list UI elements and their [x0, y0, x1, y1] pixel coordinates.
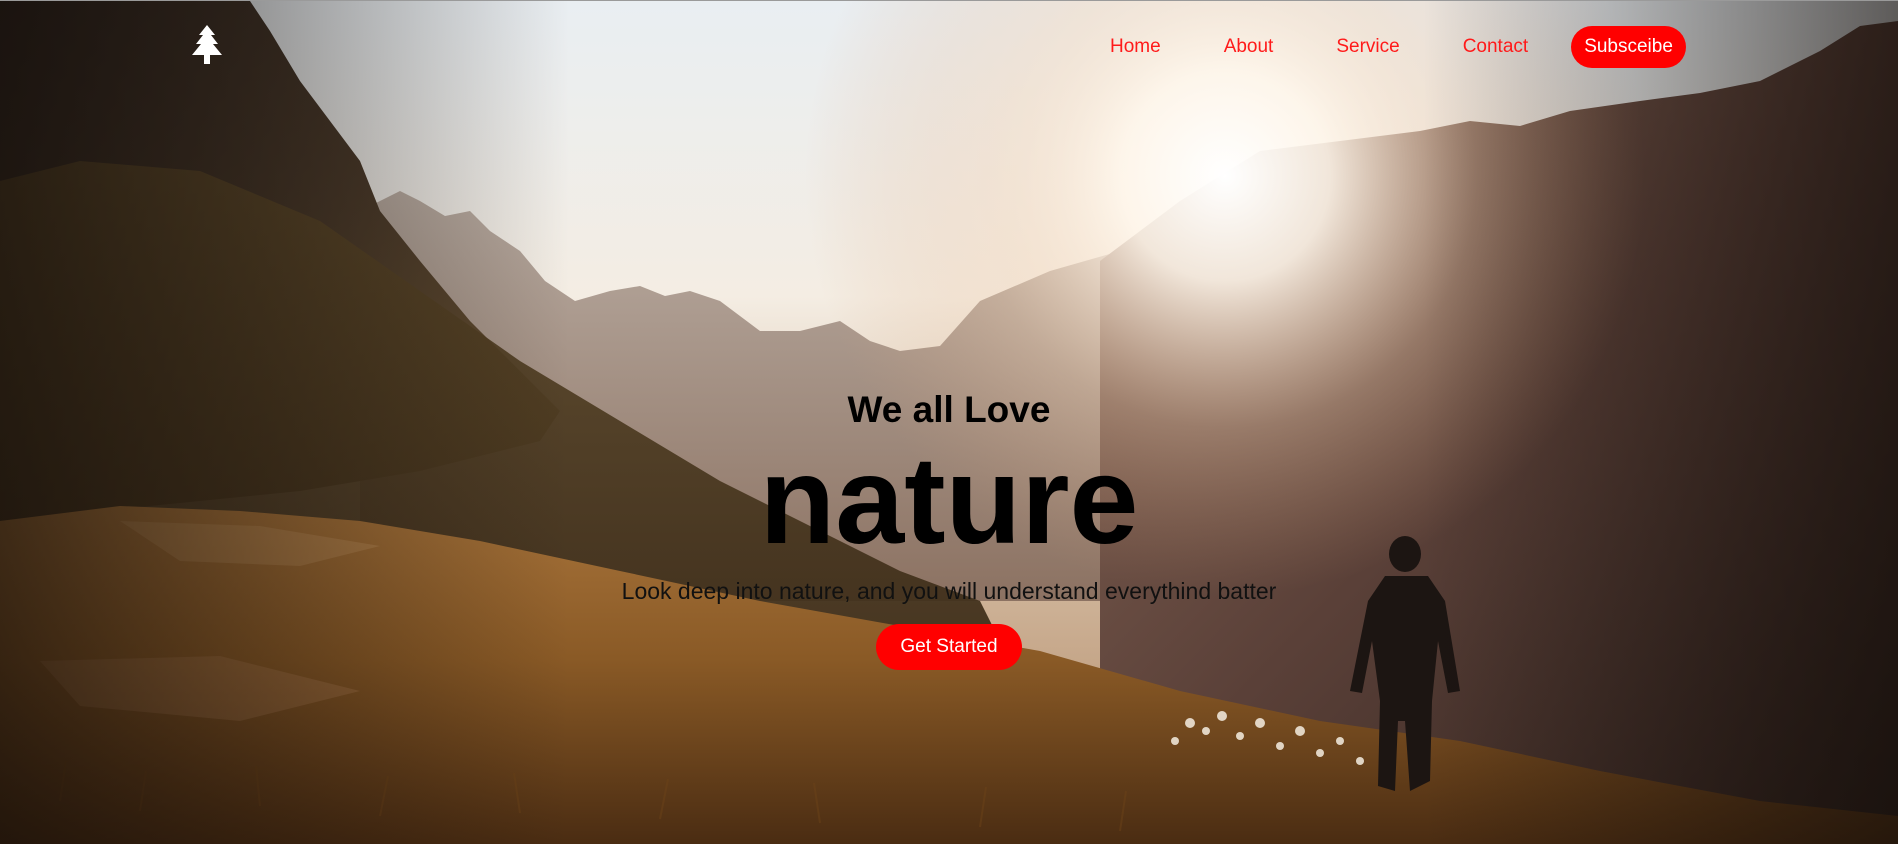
nav-link-service[interactable]: Service [1336, 36, 1399, 58]
nav-link-contact[interactable]: Contact [1463, 36, 1528, 58]
hero-headline: nature [759, 432, 1139, 570]
cta-wrapper: Get Started [0, 624, 1898, 670]
nav-link-about[interactable]: About [1224, 36, 1274, 58]
hero-tagline: Look deep into nature, and you will unde… [621, 578, 1277, 604]
hero-section: Home About Service Contact Subsceibe We … [0, 0, 1898, 844]
main-nav: Home About Service Contact Subsceibe [1110, 25, 1686, 69]
hero-eyebrow: We all Love [847, 389, 1051, 430]
subscribe-button[interactable]: Subsceibe [1571, 26, 1686, 68]
get-started-button[interactable]: Get Started [876, 624, 1022, 670]
nav-link-home[interactable]: Home [1110, 36, 1161, 58]
pine-tree-icon[interactable] [188, 25, 226, 67]
